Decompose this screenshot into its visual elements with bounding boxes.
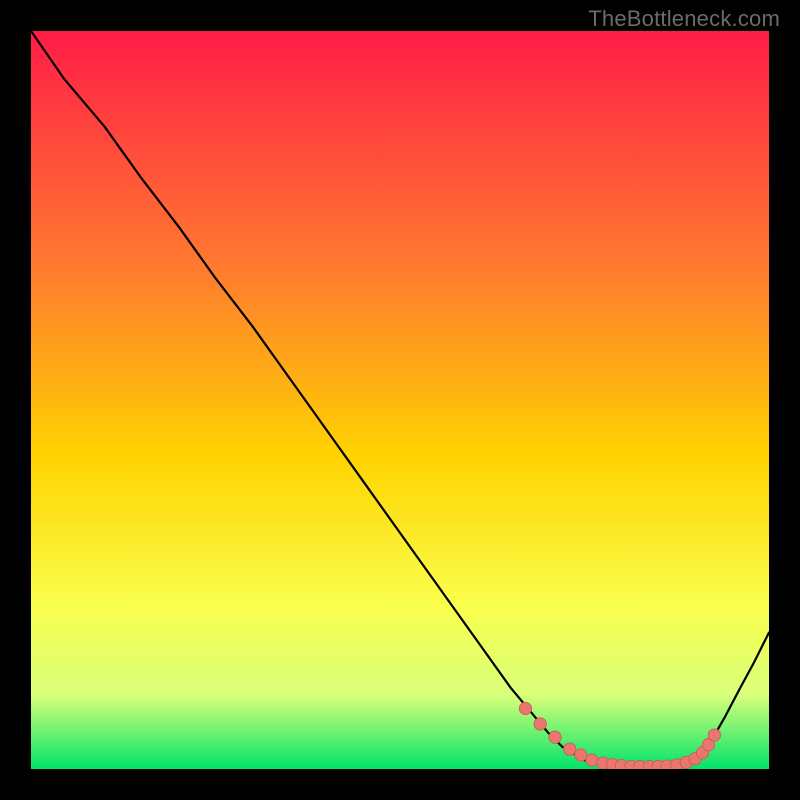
highlight-marker xyxy=(708,729,720,741)
watermark-text: TheBottleneck.com xyxy=(588,6,780,32)
chart-canvas xyxy=(31,31,769,769)
chart-stage: TheBottleneck.com xyxy=(0,0,800,800)
highlight-marker xyxy=(586,754,598,766)
gradient-background xyxy=(31,31,769,769)
highlight-marker xyxy=(519,702,531,714)
highlight-marker xyxy=(564,743,576,755)
plot-area xyxy=(31,31,769,769)
highlight-marker xyxy=(575,749,587,761)
highlight-marker xyxy=(549,731,561,743)
highlight-marker xyxy=(534,718,546,730)
